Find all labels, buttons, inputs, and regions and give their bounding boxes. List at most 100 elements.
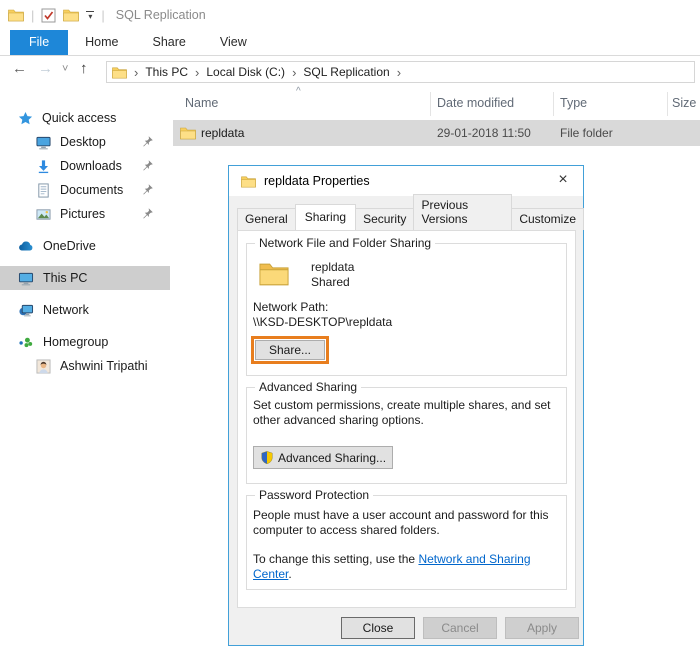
column-divider[interactable] [667, 92, 668, 116]
downloads-icon [36, 159, 51, 174]
sidebar-item-desktop[interactable]: Desktop [0, 130, 170, 154]
sidebar-item-downloads[interactable]: Downloads [0, 154, 170, 178]
user-avatar [36, 359, 51, 374]
navigation-pane: Quick access Desktop Downloads Doc [0, 86, 170, 652]
advanced-sharing-button[interactable]: Advanced Sharing... [253, 446, 393, 469]
group-label: Advanced Sharing [255, 380, 361, 394]
forward-icon[interactable]: → [38, 60, 53, 77]
tab-previous-versions[interactable]: Previous Versions [413, 194, 512, 230]
column-header-size[interactable]: Size [672, 96, 696, 110]
documents-icon [36, 183, 51, 198]
sidebar-item-label: Ashwini Tripathi [60, 359, 148, 373]
uac-shield-icon [260, 450, 274, 465]
file-name: repldata [201, 126, 244, 140]
file-row-repldata[interactable]: repldata 29-01-2018 11:50 File folder [173, 120, 700, 146]
quick-access-toolbar-chevron-icon[interactable]: ▾ [86, 11, 94, 20]
window-title: SQL Replication [116, 8, 206, 22]
ribbon-tab-share[interactable]: Share [136, 30, 203, 55]
sidebar-item-user-ashwini-tripathi[interactable]: Ashwini Tripathi [0, 354, 170, 378]
breadcrumb-this-pc[interactable]: This PC [145, 65, 188, 79]
ribbon-tab-view[interactable]: View [203, 30, 264, 55]
onedrive-cloud-icon [18, 240, 34, 252]
sidebar-item-label: Desktop [60, 135, 106, 149]
tab-security[interactable]: Security [355, 208, 414, 230]
back-icon[interactable]: ← [12, 60, 27, 77]
cancel-button[interactable]: Cancel [423, 617, 497, 639]
ribbon-tab-file[interactable]: File [10, 30, 68, 55]
dialog-title: repldata Properties [264, 174, 370, 188]
change-setting-text: To change this setting, use the [253, 552, 418, 566]
pin-icon [141, 183, 154, 196]
file-explorer-window: | ▾ | SQL Replication File Home Share Vi… [0, 0, 700, 652]
password-protection-description: People must have a user account and pass… [253, 508, 553, 538]
sidebar-item-label: Homegroup [43, 335, 108, 349]
sidebar-item-pictures[interactable]: Pictures [0, 202, 170, 226]
sidebar-item-quick-access[interactable]: Quick access [0, 106, 170, 130]
column-header-name[interactable]: Name [185, 96, 218, 110]
repldata-properties-dialog: repldata Properties × General Sharing Se… [228, 165, 584, 646]
share-button[interactable]: Share... [255, 340, 325, 360]
dialog-folder-icon [241, 175, 256, 188]
password-protection-change-line: To change this setting, use the Network … [253, 552, 565, 582]
homegroup-icon [18, 335, 34, 350]
network-path-label: Network Path: [253, 300, 328, 315]
apply-button[interactable]: Apply [505, 617, 579, 639]
advanced-sharing-description: Set custom permissions, create multiple … [253, 398, 565, 428]
sidebar-item-label: Pictures [60, 207, 105, 221]
column-divider[interactable] [553, 92, 554, 116]
breadcrumb-sql-replication[interactable]: SQL Replication [303, 65, 389, 79]
column-divider[interactable] [430, 92, 431, 116]
network-icon [18, 303, 34, 318]
sort-ascending-icon: ^ [296, 86, 301, 97]
up-icon[interactable]: ↑ [80, 60, 88, 77]
folder-shortcut-icon[interactable] [63, 8, 79, 22]
shared-folder-name: repldata [311, 260, 354, 275]
sharing-tab-page: Network File and Folder Sharing repldata… [237, 230, 576, 608]
breadcrumb-separator: › [396, 65, 402, 80]
app-folder-icon [8, 8, 24, 22]
dialog-close-icon[interactable]: × [549, 167, 577, 193]
toolbar-separator: | [101, 8, 104, 23]
sidebar-item-onedrive[interactable]: OneDrive [0, 234, 170, 258]
ribbon-tab-home[interactable]: Home [68, 30, 135, 55]
sidebar-item-label: OneDrive [43, 239, 96, 253]
sidebar-item-network[interactable]: Network [0, 298, 170, 322]
dialog-title-bar: repldata Properties [229, 166, 583, 196]
sidebar-item-label: Downloads [60, 159, 122, 173]
close-button[interactable]: Close [341, 617, 415, 639]
group-label: Password Protection [255, 488, 373, 502]
advanced-sharing-group: Advanced Sharing Set custom permissions,… [246, 387, 567, 484]
pin-icon [141, 159, 154, 172]
ribbon-tab-bar: File Home Share View [0, 30, 700, 56]
recent-locations-chevron-icon[interactable]: ˅ [62, 63, 68, 75]
properties-check-icon[interactable] [41, 8, 56, 23]
tab-general[interactable]: General [237, 208, 296, 230]
breadcrumb-local-disk-c[interactable]: Local Disk (C:) [206, 65, 285, 79]
breadcrumb-separator: › [133, 65, 139, 80]
sidebar-item-label: Network [43, 303, 89, 317]
quick-access-star-icon [18, 111, 33, 126]
dialog-tab-strip: General Sharing Security Previous Versio… [237, 208, 583, 230]
this-pc-icon [18, 271, 34, 286]
tab-sharing[interactable]: Sharing [295, 204, 356, 230]
address-box[interactable]: › This PC › Local Disk (C:) › SQL Replic… [106, 61, 695, 83]
shared-folder-icon [259, 260, 289, 287]
column-header-date-modified[interactable]: Date modified [437, 96, 514, 110]
column-header-type[interactable]: Type [560, 96, 587, 110]
sidebar-item-label: Quick access [42, 111, 116, 125]
address-bar-row: ← → ˅ ↑ › This PC › Local Disk (C:) › SQ… [0, 56, 700, 86]
tab-customize[interactable]: Customize [511, 208, 584, 230]
desktop-icon [36, 135, 51, 150]
breadcrumb-separator: › [291, 65, 297, 80]
breadcrumb-folder-icon [112, 66, 127, 79]
sidebar-item-homegroup[interactable]: Homegroup [0, 330, 170, 354]
sidebar-item-this-pc[interactable]: This PC [0, 266, 170, 290]
breadcrumb-separator: › [194, 65, 200, 80]
sidebar-item-label: This PC [43, 271, 87, 285]
file-type: File folder [560, 126, 613, 140]
file-date-modified: 29-01-2018 11:50 [437, 126, 531, 140]
sidebar-item-documents[interactable]: Documents [0, 178, 170, 202]
password-protection-group: Password Protection People must have a u… [246, 495, 567, 590]
sidebar-item-label: Documents [60, 183, 123, 197]
title-bar: | ▾ | SQL Replication [0, 0, 700, 30]
